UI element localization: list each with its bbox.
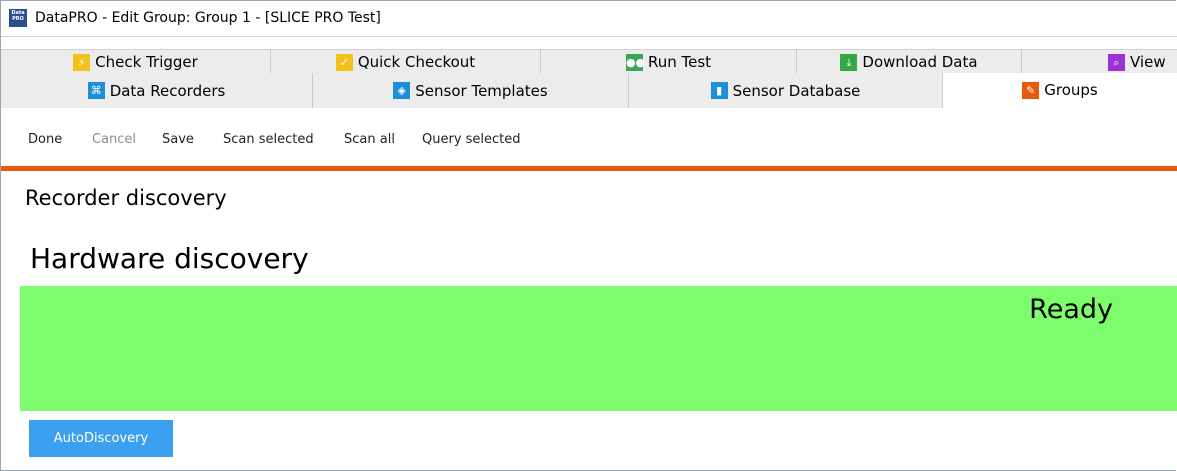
groups-icon: ✎ <box>1022 81 1040 99</box>
tab-row-top: ⚡ Check Trigger ✓ Quick Checkout ●● Run … <box>1 49 1177 75</box>
save-button[interactable]: Save <box>162 132 194 147</box>
templates-icon: ◈ <box>393 82 411 99</box>
tab-view[interactable]: ⌕ View <box>1022 50 1177 74</box>
tab-sensor-database[interactable]: ▮ Sensor Database <box>629 73 943 108</box>
tab-label: View <box>1130 53 1166 71</box>
done-button[interactable]: Done <box>28 132 62 147</box>
scan-all-button[interactable]: Scan all <box>344 132 395 147</box>
autodiscovery-button[interactable]: AutoDiscovery <box>29 420 173 457</box>
checkout-icon: ✓ <box>335 53 353 71</box>
tab-label: Sensor Templates <box>415 81 548 100</box>
download-icon: ⤓ <box>840 53 858 71</box>
tab-check-trigger[interactable]: ⚡ Check Trigger <box>1 50 271 74</box>
tab-label: Sensor Database <box>732 81 861 100</box>
tab-data-recorders[interactable]: ⌘ Data Recorders <box>1 73 313 108</box>
title-bar: Data PRO DataPRO - Edit Group: Group 1 -… <box>1 1 1177 37</box>
run-test-icon: ●● <box>625 53 646 71</box>
tab-label: Quick Checkout <box>357 53 476 71</box>
accent-divider <box>1 166 1177 171</box>
section-title: Recorder discovery <box>25 186 227 210</box>
tab-download-data[interactable]: ⤓ Download Data <box>797 50 1022 74</box>
command-toolbar: Done Cancel Save Scan selected Scan all … <box>1 108 1177 168</box>
trigger-icon: ⚡ <box>73 53 91 71</box>
database-icon: ▮ <box>710 82 728 99</box>
app-logo-icon: Data PRO <box>9 9 27 27</box>
tab-label: Data Recorders <box>109 81 226 100</box>
status-text: Ready <box>1029 294 1113 325</box>
cancel-button[interactable]: Cancel <box>92 132 136 147</box>
tab-quick-checkout[interactable]: ✓ Quick Checkout <box>271 50 541 74</box>
tab-label: Run Test <box>647 53 712 71</box>
tab-label: Download Data <box>862 53 978 71</box>
query-selected-button[interactable]: Query selected <box>422 132 521 147</box>
scan-selected-button[interactable]: Scan selected <box>223 132 314 147</box>
tab-row-bottom: ⌘ Data Recorders ◈ Sensor Templates ▮ Se… <box>1 73 1177 109</box>
window-title: DataPRO - Edit Group: Group 1 - [SLICE P… <box>35 10 381 26</box>
hardware-discovery-title: Hardware discovery <box>30 242 309 275</box>
tab-groups[interactable]: ✎ Groups <box>943 73 1177 108</box>
view-icon: ⌕ <box>1108 53 1125 71</box>
tab-sensor-templates[interactable]: ◈ Sensor Templates <box>313 73 629 108</box>
tab-run-test[interactable]: ●● Run Test <box>541 50 797 74</box>
tab-label: Groups <box>1044 81 1098 99</box>
discovery-status-panel: Ready <box>20 286 1177 411</box>
tab-label: Check Trigger <box>95 53 198 71</box>
recorders-icon: ⌘ <box>87 82 105 99</box>
